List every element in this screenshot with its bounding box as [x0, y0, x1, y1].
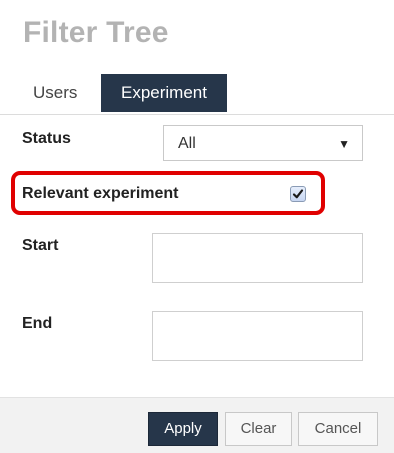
- cancel-button[interactable]: Cancel: [298, 412, 378, 446]
- apply-button[interactable]: Apply: [148, 412, 218, 446]
- chevron-down-icon: ▼: [338, 137, 350, 151]
- dialog-footer: Apply Clear Cancel: [0, 397, 394, 453]
- end-label: End: [22, 315, 53, 332]
- checkmark-icon: [292, 189, 304, 199]
- start-label: Start: [22, 237, 59, 254]
- clear-button[interactable]: Clear: [225, 412, 292, 446]
- status-select-value: All: [178, 135, 196, 152]
- tab-experiment[interactable]: Experiment: [101, 74, 227, 112]
- end-input[interactable]: [152, 311, 363, 361]
- start-input[interactable]: [152, 233, 363, 283]
- relevant-experiment-label: Relevant experiment: [22, 185, 179, 202]
- filter-tree-panel: Filter Tree Users Experiment Status All …: [0, 0, 394, 453]
- status-label: Status: [22, 130, 71, 147]
- page-title: Filter Tree: [23, 16, 169, 49]
- relevant-experiment-checkbox[interactable]: [290, 186, 306, 202]
- status-select[interactable]: All ▼: [163, 125, 363, 161]
- tab-bar: Users Experiment: [0, 74, 394, 115]
- tab-users[interactable]: Users: [17, 74, 94, 112]
